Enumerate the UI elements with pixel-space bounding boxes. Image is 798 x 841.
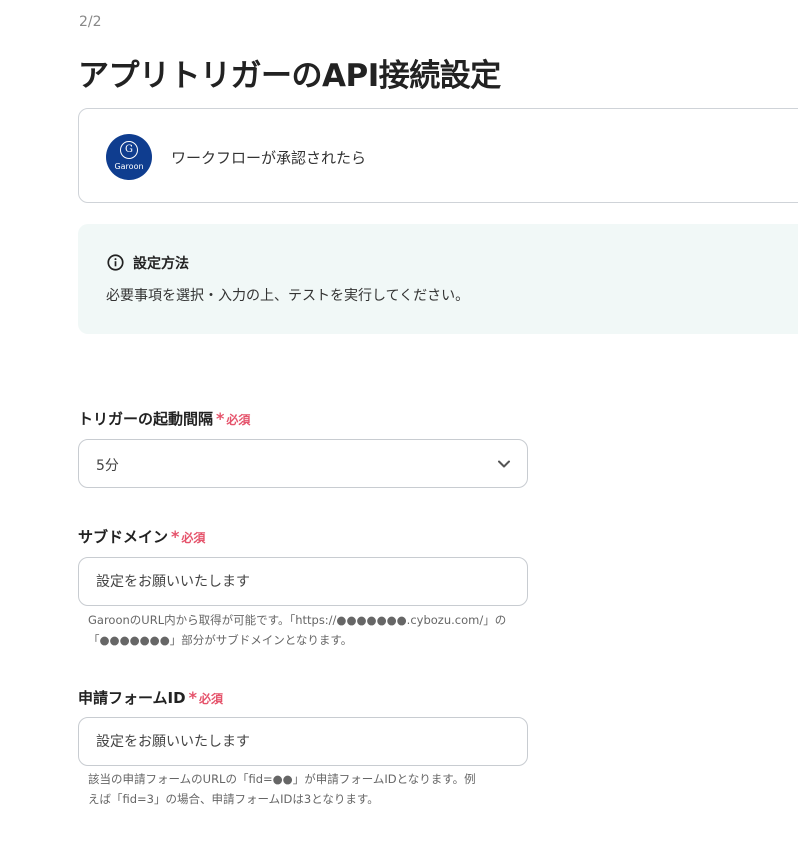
subdomain-help-line: GaroonのURL内から取得が可能です。「https://●●●●●●●.cy… [88, 613, 507, 627]
form-id-label: 申請フォームID * 必須 [78, 687, 223, 708]
garoon-logo-mark: G [120, 141, 138, 159]
required-star: * [216, 409, 225, 428]
form-id-help-text: 該当の申請フォームのURLの「fid=●●」が申請フォームIDとなります。例 え… [88, 769, 528, 809]
required-badge: 必須 [198, 692, 223, 706]
subdomain-input[interactable] [78, 557, 528, 606]
setup-instructions-box: 設定方法 必要事項を選択・入力の上、テストを実行してください。 [78, 224, 798, 334]
interval-select-value: 5分 [96, 458, 119, 474]
subdomain-label: サブドメイン * 必須 [78, 526, 205, 547]
subdomain-help-text: GaroonのURL内から取得が可能です。「https://●●●●●●●.cy… [88, 610, 528, 650]
interval-select[interactable]: 5分 [78, 439, 528, 488]
form-id-input[interactable] [78, 717, 528, 766]
trigger-event-label: ワークフローが承認されたら [171, 149, 367, 167]
interval-label-text: トリガーの起動間隔 [78, 410, 214, 428]
garoon-logo-name: Garoon [114, 162, 144, 171]
required-badge: 必須 [181, 531, 206, 545]
setup-instructions-text: 必要事項を選択・入力の上、テストを実行してください。 [106, 288, 470, 304]
step-indicator: 2/2 [79, 14, 102, 30]
page-title: アプリトリガーのAPI接続設定 [78, 58, 501, 94]
subdomain-label-text: サブドメイン [78, 528, 169, 546]
form-id-help-line: えば「fid=3」の場合、申請フォームIDは3となります。 [88, 792, 379, 806]
form-id-label-text: 申請フォームID [78, 689, 186, 707]
info-icon [107, 254, 124, 271]
required-badge: 必須 [226, 413, 251, 427]
api-connection-settings-page: 2/2 アプリトリガーのAPI接続設定 G Garoon ワークフローが承認され… [0, 0, 798, 841]
required-star: * [171, 527, 180, 546]
subdomain-help-line: 「●●●●●●●」部分がサブドメインとなります。 [88, 633, 353, 647]
interval-label: トリガーの起動間隔 * 必須 [78, 408, 250, 429]
garoon-logo: G Garoon [106, 134, 152, 180]
required-star: * [188, 688, 197, 707]
chevron-down-icon [498, 460, 510, 468]
form-id-help-line: 該当の申請フォームのURLの「fid=●●」が申請フォームIDとなります。例 [88, 772, 476, 786]
setup-instructions-title: 設定方法 [133, 256, 189, 272]
app-trigger-card: G Garoon ワークフローが承認されたら [78, 108, 798, 203]
